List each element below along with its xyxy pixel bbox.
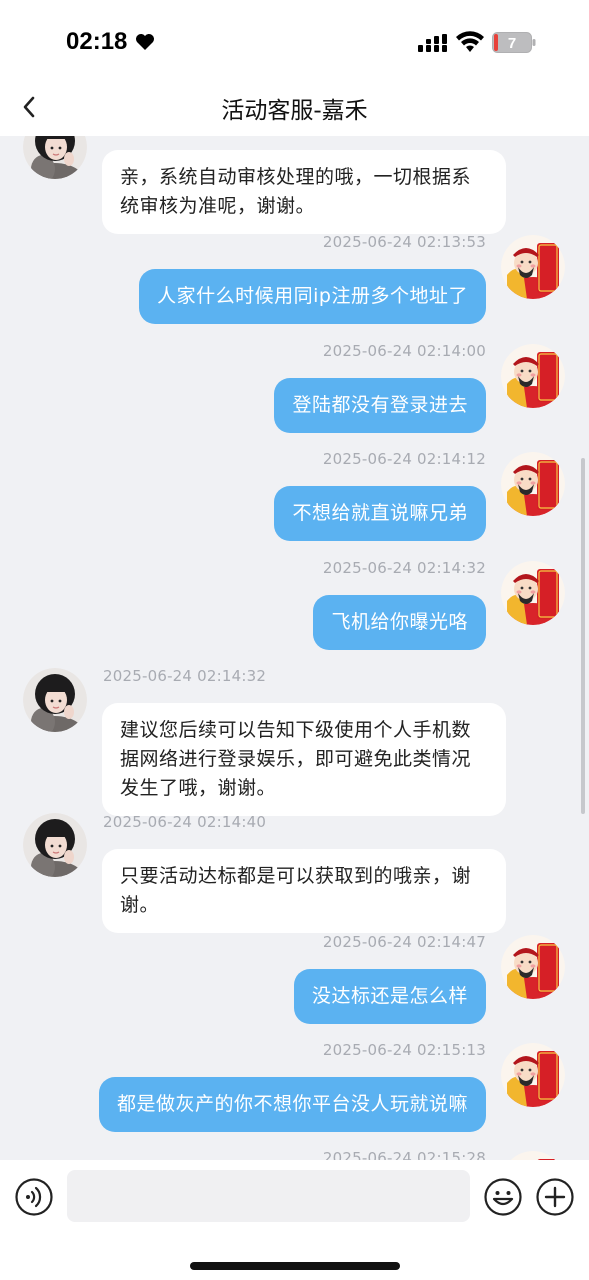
page-title: 活动客服-嘉禾	[221, 98, 368, 124]
message-bubble-outgoing: 都是做灰产的你不想你平台没人玩就说嘛	[98, 1077, 486, 1132]
message-timestamp: 2025-06-24 02:13:53	[322, 233, 486, 251]
agent-avatar[interactable]	[23, 813, 87, 877]
user-avatar[interactable]	[501, 235, 565, 299]
message-timestamp: 2025-06-24 02:15:13	[322, 1041, 486, 1059]
scrollbar[interactable]	[581, 458, 585, 814]
message-bubble-incoming: 亲，系统自动审核处理的哦，一切根据系统审核为准呢，谢谢。	[102, 150, 506, 234]
message-timestamp: 2025-06-24 02:14:32	[103, 667, 267, 685]
signal-icon	[418, 34, 447, 52]
wifi-icon	[456, 31, 484, 52]
user-avatar[interactable]	[501, 1043, 565, 1107]
user-avatar[interactable]	[501, 452, 565, 516]
agent-avatar[interactable]	[23, 136, 87, 179]
agent-avatar[interactable]	[23, 668, 87, 732]
voice-icon[interactable]	[15, 1178, 53, 1216]
battery-icon: 7	[492, 32, 536, 53]
message-bubble-outgoing: 没达标还是怎么样	[293, 969, 486, 1024]
user-avatar[interactable]	[501, 1151, 565, 1160]
message-bubble-incoming: 只要活动达标都是可以获取到的哦亲，谢谢。	[102, 849, 506, 933]
message-timestamp: 2025-06-24 02:15:28	[322, 1149, 486, 1160]
message-timestamp: 2025-06-24 02:14:40	[103, 813, 267, 831]
message-timestamp: 2025-06-24 02:14:12	[322, 450, 486, 468]
chat-header: 活动客服-嘉禾	[0, 80, 589, 136]
message-bubble-incoming: 建议您后续可以告知下级使用个人手机数据网络进行登录娱乐，即可避免此类情况发生了哦…	[102, 703, 506, 816]
message-bubble-outgoing: 人家什么时候用同ip注册多个地址了	[139, 269, 486, 324]
emoji-icon[interactable]	[484, 1178, 522, 1216]
status-bar: 02:18 7	[0, 0, 589, 80]
message-bubble-outgoing: 不想给就直说嘛兄弟	[274, 486, 486, 541]
plus-icon[interactable]	[536, 1178, 574, 1216]
user-avatar[interactable]	[501, 344, 565, 408]
message-timestamp: 2025-06-24 02:14:32	[322, 559, 486, 577]
input-bar	[0, 1160, 589, 1280]
user-avatar[interactable]	[501, 561, 565, 625]
message-bubble-outgoing: 飞机给你曝光咯	[313, 595, 486, 650]
home-indicator	[190, 1262, 400, 1270]
status-time: 02:18	[66, 28, 128, 55]
user-avatar[interactable]	[501, 935, 565, 999]
battery-level: 7	[508, 35, 516, 52]
message-bubble-outgoing: 登陆都没有登录进去	[274, 378, 486, 433]
message-timestamp: 2025-06-24 02:14:47	[322, 933, 486, 951]
message-list[interactable]: 亲，系统自动审核处理的哦，一切根据系统审核为准呢，谢谢。 2025-06-24 …	[0, 136, 589, 1160]
heart-icon	[136, 34, 154, 50]
message-input[interactable]	[67, 1170, 470, 1222]
message-timestamp: 2025-06-24 02:14:00	[322, 342, 486, 360]
